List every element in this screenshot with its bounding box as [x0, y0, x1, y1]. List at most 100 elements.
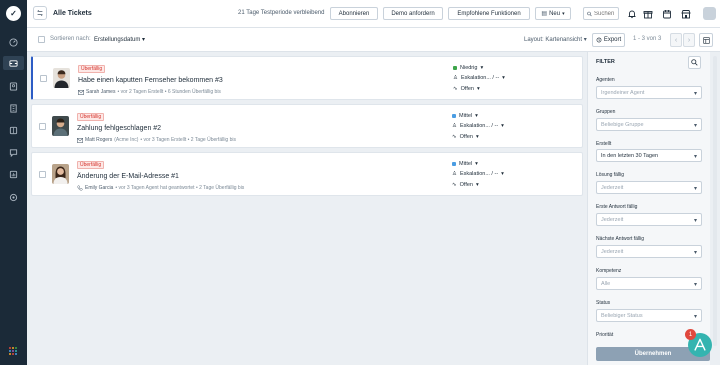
- user-avatar[interactable]: [703, 7, 716, 20]
- filter-resolution-due-value: Jederzeit: [601, 184, 624, 191]
- status-dropdown[interactable]: ∿ Offen ▾: [452, 182, 479, 188]
- export-button[interactable]: Export: [592, 33, 625, 47]
- app-logo[interactable]: ✓: [6, 6, 21, 21]
- next-page-button[interactable]: ›: [683, 33, 695, 47]
- filter-search-button[interactable]: [688, 56, 701, 69]
- layout-dropdown[interactable]: Layout: Kartenansicht ▾: [524, 36, 587, 43]
- group-value: Eskalation... / --: [459, 171, 499, 177]
- filter-agents-select[interactable]: Irgendeiner Agent ▾: [596, 86, 702, 99]
- assignment-dropdown[interactable]: ♙ Eskalation... / -- ▾: [452, 171, 504, 177]
- marketplace-icon[interactable]: [680, 8, 691, 19]
- search-icon: [691, 59, 698, 66]
- priority-dropdown[interactable]: Niedrig ▾: [453, 65, 483, 71]
- new-label: Neu: [549, 10, 561, 17]
- filter-status-select[interactable]: Beliebiger Status ▾: [596, 309, 702, 322]
- ticket-title[interactable]: Zahlung fehlgeschlagen #2: [77, 125, 161, 132]
- chevron-down-icon: ▾: [693, 91, 697, 97]
- settings-icon[interactable]: [6, 190, 21, 204]
- filter-label-first-response-due: Erste Antwort fällig: [596, 204, 638, 210]
- columns-icon: [702, 36, 710, 44]
- overdue-badge: Überfällig: [77, 113, 105, 121]
- ticket-meta: Matt Rogers (Acme Inc) • vor 3 Tagen Ers…: [77, 137, 236, 143]
- email-icon: [78, 89, 84, 95]
- column-settings-button[interactable]: [699, 33, 713, 47]
- subscribe-button[interactable]: Abonnieren: [330, 7, 378, 20]
- contact-name[interactable]: Sarah James: [86, 89, 115, 95]
- select-all-checkbox[interactable]: [38, 36, 45, 43]
- priority-indicator: [453, 66, 457, 70]
- filter-label-next-response-due: Nächste Antwort fällig: [596, 236, 645, 242]
- status-dropdown[interactable]: ∿ Offen ▾: [452, 134, 479, 140]
- filter-next-response-due-select[interactable]: Jederzeit ▾: [596, 245, 702, 258]
- filter-created-select[interactable]: In den letzten 30 Tagen ▾: [596, 149, 702, 162]
- priority-indicator: [452, 162, 456, 166]
- status-dropdown[interactable]: ∿ Offen ▾: [453, 86, 480, 92]
- featured-functions-button[interactable]: Empfohlene Funktionen: [448, 7, 530, 20]
- app-switcher-icon[interactable]: [9, 347, 18, 356]
- companies-icon[interactable]: [6, 101, 21, 115]
- filter-next-response-due-value: Jederzeit: [601, 248, 624, 255]
- ticket-card[interactable]: Überfällig Zahlung fehlgeschlagen #2 Mat…: [31, 104, 583, 148]
- ticket-title[interactable]: Änderung der E-Mail-Adresse #1: [77, 173, 179, 180]
- notifications-icon[interactable]: [626, 8, 637, 19]
- contacts-icon[interactable]: [6, 79, 21, 93]
- agent-icon: ♙: [452, 123, 457, 129]
- status-value: Offen: [460, 86, 474, 92]
- filter-agents-value: Irgendeiner Agent: [601, 89, 645, 96]
- tickets-icon[interactable]: [3, 56, 24, 70]
- toggle-view-button[interactable]: [33, 6, 47, 20]
- new-button[interactable]: ▤ Neu ▾: [535, 7, 571, 20]
- calendar-icon[interactable]: [661, 8, 672, 19]
- filter-first-response-due-select[interactable]: Jederzeit ▾: [596, 213, 702, 226]
- knowledge-base-icon[interactable]: [6, 123, 21, 137]
- ticket-checkbox[interactable]: [39, 123, 46, 130]
- contact-avatar: [52, 116, 69, 136]
- layout-value: Layout: Kartenansicht: [524, 37, 583, 43]
- assistant-icon: [694, 338, 706, 351]
- ticket-checkbox[interactable]: [40, 75, 47, 82]
- chevron-right-icon: ›: [687, 36, 691, 44]
- arrows-icon: [37, 9, 43, 17]
- chevron-down-icon: ▾: [501, 123, 504, 129]
- ticket-card[interactable]: Überfällig Änderung der E-Mail-Adresse #…: [31, 152, 583, 196]
- filter-groups-select[interactable]: Beliebige Gruppe ▾: [596, 118, 702, 131]
- prev-page-button[interactable]: ‹: [670, 33, 682, 47]
- sort-label: Sortieren nach:: [50, 36, 91, 42]
- assignment-dropdown[interactable]: ♙ Eskalation... / -- ▾: [452, 123, 504, 129]
- priority-dropdown[interactable]: Mittel ▾: [452, 113, 478, 119]
- status-value: Offen: [459, 134, 473, 140]
- request-demo-button[interactable]: Demo anfordern: [383, 7, 443, 20]
- chevron-down-icon: ▾: [475, 113, 478, 119]
- ticket-card[interactable]: Überfällig Habe einen kaputten Fernseher…: [31, 56, 583, 100]
- priority-dropdown[interactable]: Mittel ▾: [452, 161, 478, 167]
- priority-value: Mittel: [459, 161, 473, 167]
- filter-groups-value: Beliebige Gruppe: [601, 121, 644, 128]
- contact-name[interactable]: Matt Rogers: [85, 137, 112, 143]
- assignment-dropdown[interactable]: ♙ Eskalation... / -- ▾: [453, 75, 505, 81]
- dashboard-icon[interactable]: [6, 35, 21, 49]
- chevron-down-icon: ▾: [693, 218, 697, 224]
- reports-icon[interactable]: [6, 167, 21, 181]
- gift-icon[interactable]: [642, 8, 653, 19]
- contact-company[interactable]: (Acme Inc): [114, 137, 138, 143]
- ticket-meta-text: • vor 3 Tagen Agent hat geantwortet • 2 …: [115, 185, 245, 191]
- sort-dropdown[interactable]: Erstellungsdatum ▾: [94, 36, 145, 43]
- search-input[interactable]: [594, 10, 618, 17]
- group-value: Eskalation... / --: [459, 123, 499, 129]
- chevron-down-icon: ▾: [583, 37, 587, 43]
- filter-skills-select[interactable]: Alle ▾: [596, 277, 702, 290]
- filter-resolution-due-select[interactable]: Jederzeit ▾: [596, 181, 702, 194]
- search-icon: [587, 11, 592, 16]
- chat-icon[interactable]: [6, 145, 21, 159]
- filter-label-agents: Agenten: [596, 77, 615, 83]
- ticket-title[interactable]: Habe einen kaputten Fernseher bekommen #…: [78, 77, 223, 84]
- filter-title: FILTER: [596, 59, 615, 65]
- search-box[interactable]: [583, 7, 619, 20]
- filter-scrollbar[interactable]: [713, 56, 717, 346]
- trial-text: 21 Tage Testperiode verbleibend: [238, 10, 325, 16]
- page-title: Alle Tickets: [53, 10, 92, 17]
- priority-indicator: [452, 114, 456, 118]
- ticket-checkbox[interactable]: [39, 171, 46, 178]
- filter-label-status: Status: [596, 300, 611, 306]
- contact-name[interactable]: Emily Garcia: [85, 185, 113, 191]
